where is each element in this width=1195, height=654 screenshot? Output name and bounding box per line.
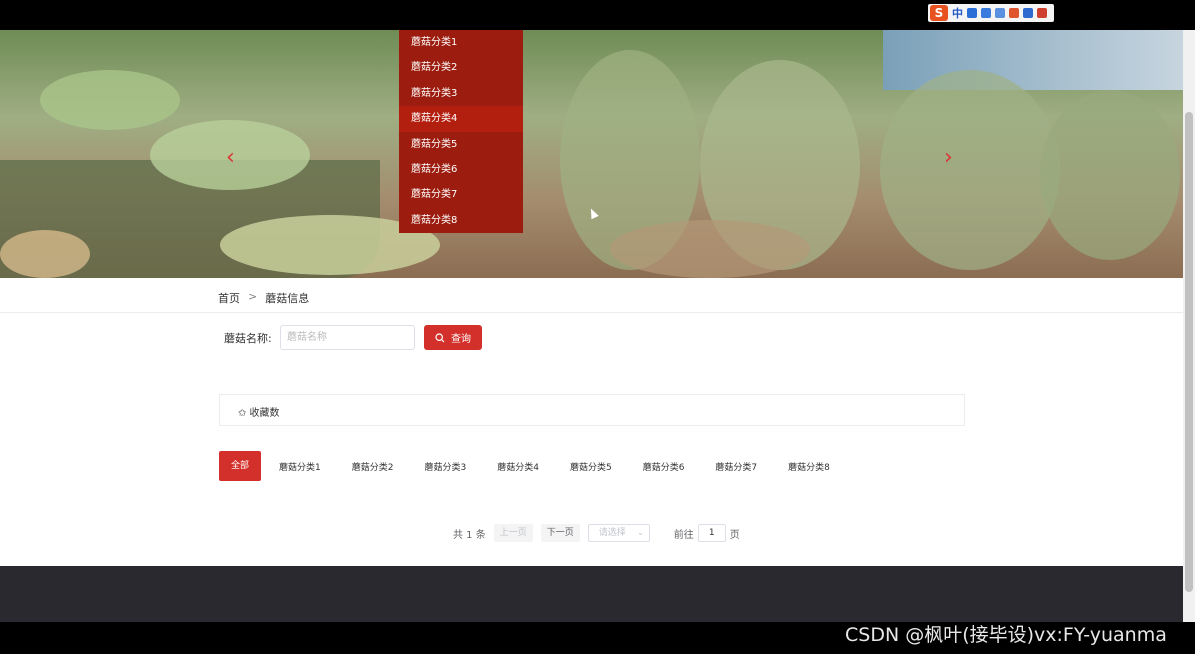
prev-page-button[interactable]: 上一页 bbox=[493, 524, 533, 542]
page-unit-label: 页 bbox=[729, 529, 740, 541]
microphone-icon[interactable] bbox=[981, 8, 991, 18]
dropdown-item-5[interactable]: 蘑菇分类5 bbox=[399, 132, 523, 157]
dropdown-item-2[interactable]: 蘑菇分类2 bbox=[399, 55, 523, 80]
browser-viewport: ‹ › 蘑菇分类1 蘑菇分类2 蘑菇分类3 蘑菇分类4 蘑菇分类5 蘑菇分类6 … bbox=[0, 30, 1183, 622]
tab-category-3[interactable]: 蘑菇分类3 bbox=[424, 460, 466, 473]
tab-category-1[interactable]: 蘑菇分类1 bbox=[279, 460, 321, 473]
category-dropdown-menu: 蘑菇分类1 蘑菇分类2 蘑菇分类3 蘑菇分类4 蘑菇分类5 蘑菇分类6 蘑菇分类… bbox=[399, 30, 523, 233]
breadcrumb-separator: > bbox=[248, 290, 258, 303]
dropdown-item-8[interactable]: 蘑菇分类8 bbox=[399, 208, 523, 233]
breadcrumb-current: 蘑菇信息 bbox=[265, 292, 310, 305]
sort-bar: ✩ 收藏数 bbox=[219, 394, 965, 426]
keyboard-icon[interactable] bbox=[995, 8, 1005, 18]
carousel-next-icon[interactable]: › bbox=[944, 145, 953, 170]
tab-category-4[interactable]: 蘑菇分类4 bbox=[497, 460, 539, 473]
goto-label: 前往 bbox=[673, 529, 694, 541]
scrollbar-thumb[interactable] bbox=[1185, 112, 1193, 592]
tab-category-8[interactable]: 蘑菇分类8 bbox=[788, 460, 830, 473]
dropdown-item-3[interactable]: 蘑菇分类3 bbox=[399, 81, 523, 106]
dropdown-item-6[interactable]: 蘑菇分类6 bbox=[399, 157, 523, 182]
sogou-logo-icon: S bbox=[930, 5, 948, 21]
chevron-down-icon: ⌄ bbox=[637, 528, 644, 537]
ime-mode-label[interactable]: 中 bbox=[952, 5, 963, 21]
tab-category-6[interactable]: 蘑菇分类6 bbox=[643, 460, 685, 473]
pagination: 共 1 条 上一页 下一页 请选择 ⌄ 前往 1 页 bbox=[453, 524, 740, 542]
search-button[interactable]: 查询 bbox=[424, 325, 482, 350]
ime-toolbar[interactable]: S 中 bbox=[928, 4, 1054, 22]
more-icon[interactable] bbox=[1037, 8, 1047, 18]
tab-category-7[interactable]: 蘑菇分类7 bbox=[715, 460, 757, 473]
search-input[interactable] bbox=[280, 325, 415, 350]
watermark-text: CSDN @枫叶(接毕设)vx:FY-yuanma bbox=[845, 624, 1167, 646]
banner-carousel[interactable]: ‹ › bbox=[0, 30, 1183, 278]
dropdown-item-1[interactable]: 蘑菇分类1 bbox=[399, 30, 523, 55]
toolbox-icon[interactable] bbox=[1023, 8, 1033, 18]
dropdown-item-4[interactable]: 蘑菇分类4 bbox=[399, 106, 523, 132]
sort-favorites[interactable]: ✩ 收藏数 bbox=[238, 404, 280, 419]
page-size-select[interactable]: 请选择 ⌄ bbox=[587, 524, 650, 542]
search-button-label: 查询 bbox=[451, 334, 471, 345]
punctuation-icon[interactable] bbox=[967, 8, 977, 18]
breadcrumb-bar: 首页 > 蘑菇信息 bbox=[0, 278, 1183, 313]
carousel-prev-icon[interactable]: ‹ bbox=[226, 145, 235, 170]
tab-all[interactable]: 全部 bbox=[219, 451, 262, 481]
tab-category-2[interactable]: 蘑菇分类2 bbox=[352, 460, 394, 473]
dropdown-item-7[interactable]: 蘑菇分类7 bbox=[399, 182, 523, 207]
page-size-placeholder: 请选择 bbox=[598, 528, 626, 538]
tab-category-5[interactable]: 蘑菇分类5 bbox=[570, 460, 612, 473]
category-tabs: 全部 蘑菇分类1 蘑菇分类2 蘑菇分类3 蘑菇分类4 蘑菇分类5 蘑菇分类6 蘑… bbox=[219, 451, 861, 481]
skin-icon[interactable] bbox=[1009, 8, 1019, 18]
page-jump-input[interactable]: 1 bbox=[697, 524, 726, 542]
breadcrumb-home[interactable]: 首页 bbox=[218, 290, 240, 306]
search-row: 蘑菇名称: 查询 bbox=[224, 325, 482, 350]
next-page-button[interactable]: 下一页 bbox=[540, 524, 580, 542]
search-icon bbox=[435, 332, 445, 342]
breadcrumb: 首页 > 蘑菇信息 bbox=[218, 290, 309, 306]
search-label: 蘑菇名称: bbox=[224, 331, 272, 345]
page-footer bbox=[0, 566, 1183, 622]
top-bar: S 中 bbox=[0, 0, 1195, 30]
pagination-total: 共 1 条 bbox=[453, 529, 486, 541]
